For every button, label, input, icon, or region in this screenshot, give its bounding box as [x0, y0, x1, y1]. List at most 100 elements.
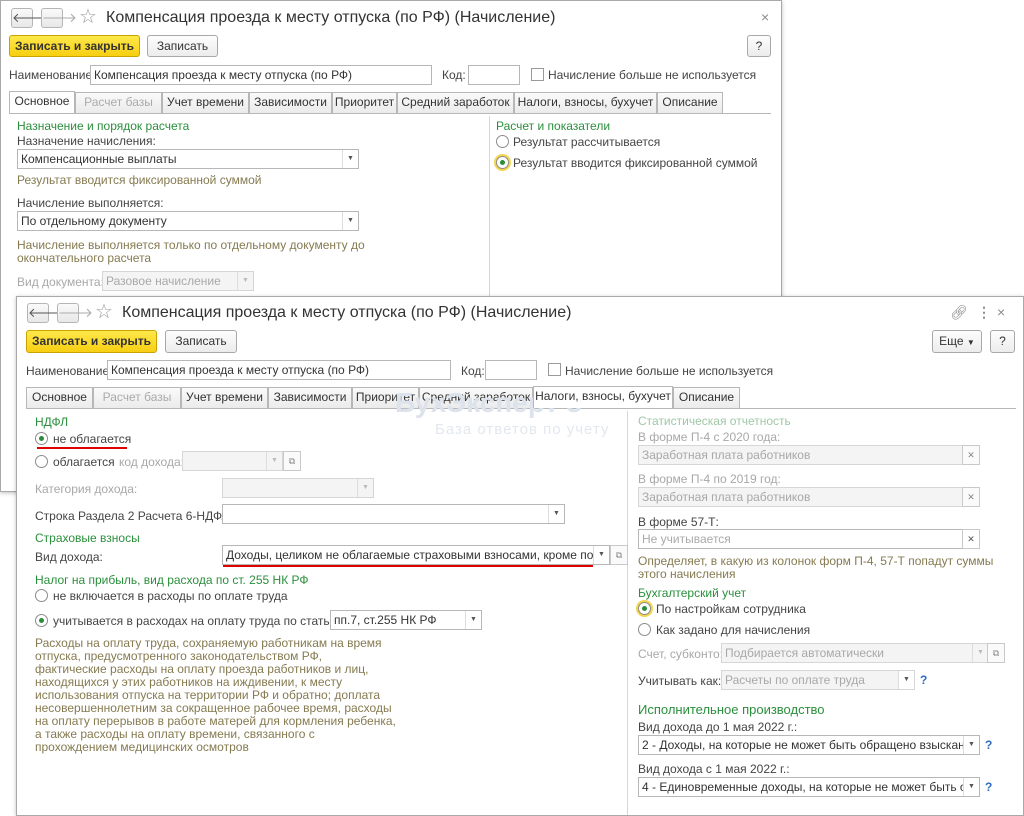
clear-icon[interactable]: ✕	[962, 529, 980, 549]
code-field[interactable]	[468, 65, 520, 85]
clear-icon[interactable]: ✕	[962, 445, 980, 465]
radio-not-included[interactable]	[35, 589, 48, 602]
before-may-value: 2 - Доходы, на которые не может быть обр…	[642, 738, 980, 752]
p4-2019-value: Заработная плата работников	[642, 490, 811, 504]
radio-fixed-label: Результат вводится фиксированной суммой	[513, 156, 758, 170]
section-purpose-title: Назначение и порядок расчета	[17, 119, 190, 133]
radio-by-employee[interactable]	[638, 602, 651, 615]
open-icon[interactable]: ⧉	[610, 545, 628, 565]
forward-arrow-icon[interactable]: 🡒	[57, 303, 93, 323]
highlight-underline	[37, 447, 127, 449]
name-field[interactable]: Компенсация проезда к месту отпуска (по …	[90, 65, 432, 85]
dropdown-arrow-icon[interactable]: ▼	[237, 272, 253, 290]
open-icon[interactable]: ⧉	[283, 451, 301, 471]
help-question-icon[interactable]: ?	[985, 738, 992, 752]
favorite-star-icon[interactable]: ☆	[79, 7, 97, 27]
income-category-label: Категория дохода:	[35, 482, 138, 496]
radio-ndfl-taxed[interactable]	[35, 455, 48, 468]
dropdown-arrow-icon[interactable]: ▼	[972, 644, 988, 662]
radio-not-included-label: не включается в расходы по оплате труда	[53, 589, 288, 603]
dropdown-arrow-icon[interactable]: ▼	[898, 671, 914, 689]
more-vertical-icon[interactable]: ⋮	[977, 304, 991, 320]
dropdown-arrow-icon[interactable]: ▼	[342, 150, 358, 168]
help-question-icon[interactable]: ?	[920, 673, 927, 687]
back-arrow-icon[interactable]: 🡐	[27, 303, 63, 323]
tab-base-calc[interactable]: Расчет базы	[93, 387, 181, 408]
tab-description[interactable]: Описание	[673, 387, 740, 408]
tab-description[interactable]: Описание	[657, 92, 723, 113]
purpose-select[interactable]: Компенсационные выплаты ▼	[17, 149, 359, 169]
unused-checkbox[interactable]	[531, 68, 544, 81]
tab-priority[interactable]: Приоритет	[332, 92, 397, 113]
profit-tax-hint-line: фактические расходы на оплату проезда ра…	[35, 662, 369, 676]
doctype-select[interactable]: Разовое начисление ▼	[102, 271, 254, 291]
after-may-select[interactable]: 4 - Единовременные доходы, на которые не…	[638, 777, 980, 797]
link-icon[interactable]: 🔗︎	[950, 304, 968, 320]
tab-time-accounting[interactable]: Учет времени	[181, 387, 268, 408]
dropdown-arrow-icon[interactable]: ▼	[963, 778, 979, 796]
f57-select[interactable]: Не учитывается ▼	[638, 529, 980, 549]
income-code-select[interactable]: ▼	[182, 451, 283, 471]
back-arrow-icon[interactable]: 🡐	[11, 8, 47, 28]
dropdown-arrow-icon[interactable]: ▼	[357, 479, 373, 497]
back-form-title: Компенсация проезда к месту отпуска (по …	[106, 9, 556, 26]
tab-dependencies[interactable]: Зависимости	[268, 387, 352, 408]
line-6ndfl-label: Строка Раздела 2 Расчета 6-НДФЛ:	[35, 509, 233, 523]
dropdown-arrow-icon[interactable]: ▼	[266, 452, 282, 470]
p4-2020-select[interactable]: Заработная плата работников ▼	[638, 445, 980, 465]
help-button[interactable]: ?	[990, 330, 1015, 353]
radio-ndfl-taxed-label: облагается	[53, 455, 115, 469]
save-button[interactable]: Записать	[165, 330, 237, 353]
line-6ndfl-select[interactable]: ▼	[222, 504, 565, 524]
purpose-value: Компенсационные выплаты	[21, 152, 177, 166]
dropdown-arrow-icon[interactable]: ▼	[342, 212, 358, 230]
tab-dependencies[interactable]: Зависимости	[249, 92, 332, 113]
profit-tax-hint-line: несовершеннолетним за сокращенное рабоче…	[35, 701, 392, 715]
consider-as-select[interactable]: Расчеты по оплате труда ▼	[721, 670, 915, 690]
tab-time-accounting[interactable]: Учет времени	[162, 92, 249, 113]
tab-main[interactable]: Основное	[9, 91, 75, 113]
p4-2019-select[interactable]: Заработная плата работников ▼	[638, 487, 980, 507]
radio-calculated[interactable]	[496, 135, 509, 148]
article-select[interactable]: пп.7, ст.255 НК РФ ▼	[330, 610, 482, 630]
close-icon[interactable]: ×	[761, 9, 769, 25]
radio-fixed[interactable]	[496, 156, 509, 169]
close-icon[interactable]: ×	[997, 304, 1005, 320]
ndfl-section-title: НДФЛ	[35, 415, 69, 429]
name-field[interactable]: Компенсация проезда к месту отпуска (по …	[107, 360, 451, 380]
radio-as-set[interactable]	[638, 623, 651, 636]
tab-average-earnings[interactable]: Средний заработок	[397, 92, 514, 113]
account-select[interactable]: Подбирается автоматически ▼	[721, 643, 989, 663]
code-field[interactable]	[485, 360, 537, 380]
before-may-select[interactable]: 2 - Доходы, на которые не может быть обр…	[638, 735, 980, 755]
unused-checkbox[interactable]	[548, 363, 561, 376]
save-and-close-button[interactable]: Записать и закрыть	[26, 330, 157, 353]
dropdown-arrow-icon[interactable]: ▼	[548, 505, 564, 523]
performed-select[interactable]: По отдельному документу ▼	[17, 211, 359, 231]
dropdown-arrow-icon[interactable]: ▼	[465, 611, 481, 629]
favorite-star-icon[interactable]: ☆	[95, 302, 113, 322]
save-and-close-button[interactable]: Записать и закрыть	[9, 35, 140, 57]
dropdown-arrow-icon[interactable]: ▼	[593, 546, 609, 564]
dropdown-arrow-icon[interactable]: ▼	[963, 736, 979, 754]
income-code-label: код дохода:	[119, 455, 184, 469]
tab-taxes[interactable]: Налоги, взносы, бухучет	[514, 92, 657, 113]
tab-main[interactable]: Основное	[26, 387, 93, 408]
help-question-icon[interactable]: ?	[985, 780, 992, 794]
save-button[interactable]: Записать	[147, 35, 218, 57]
insurance-income-type-select[interactable]: Доходы, целиком не облагаемые страховыми…	[222, 545, 610, 565]
tab-base-calc[interactable]: Расчет базы	[75, 92, 162, 113]
more-button[interactable]: Еще ▼	[932, 330, 982, 353]
f57-label: В форме 57-Т:	[638, 515, 719, 529]
open-icon[interactable]: ⧉	[987, 643, 1005, 663]
forward-arrow-icon[interactable]: 🡒	[41, 8, 77, 28]
profit-tax-hint-line: на оплату перерывов в работе матерей для…	[35, 714, 396, 728]
income-category-select[interactable]: ▼	[222, 478, 374, 498]
radio-calculated-label: Результат рассчитывается	[513, 135, 661, 149]
clear-icon[interactable]: ✕	[962, 487, 980, 507]
radio-ndfl-not-taxed[interactable]	[35, 432, 48, 445]
radio-included[interactable]	[35, 614, 48, 627]
tab-taxes[interactable]: Налоги, взносы, бухучет	[533, 386, 673, 408]
help-button[interactable]: ?	[747, 35, 771, 57]
more-button-label: Еще	[939, 334, 964, 348]
